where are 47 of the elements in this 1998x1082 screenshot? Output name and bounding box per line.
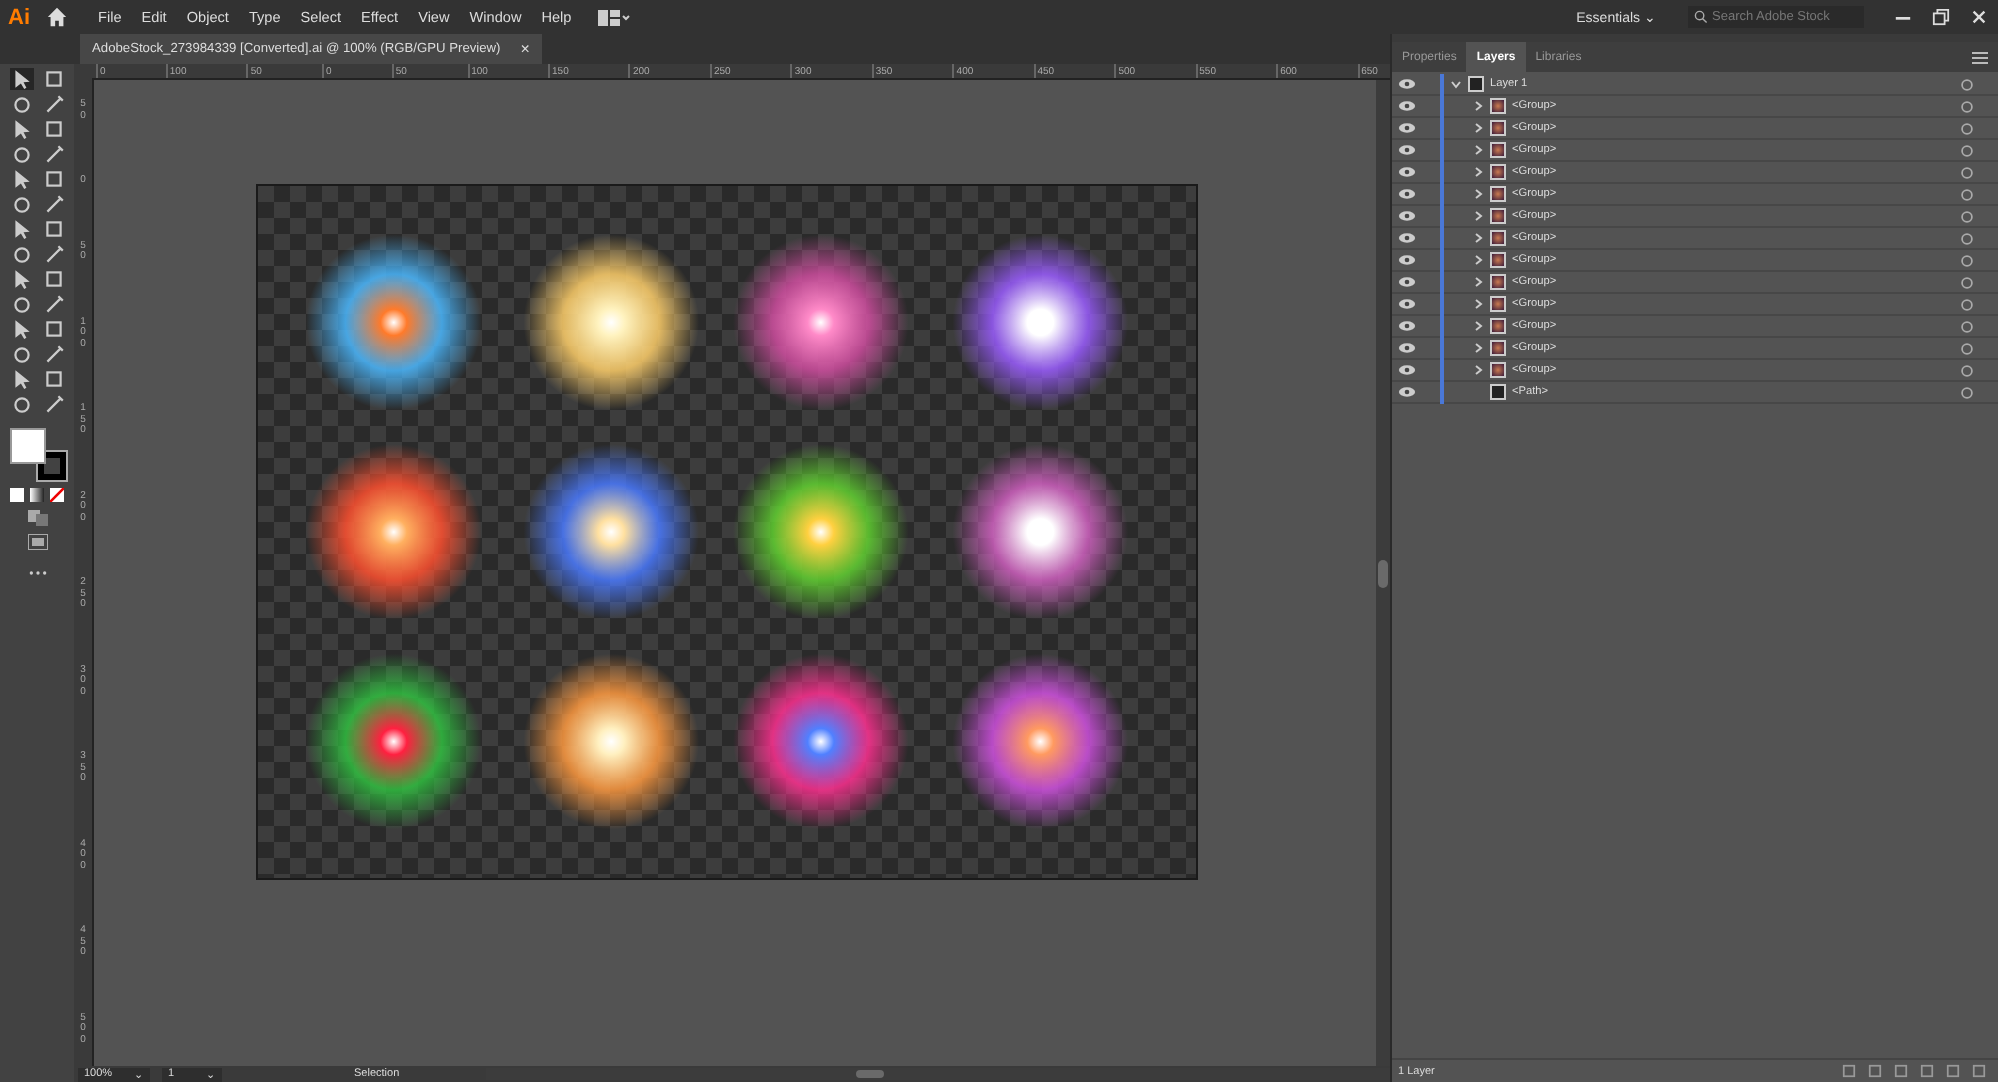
close-icon[interactable] (1970, 8, 1988, 26)
eye-icon[interactable] (1398, 188, 1416, 200)
eye-icon[interactable] (1398, 144, 1416, 156)
chevron-icon[interactable] (1472, 320, 1484, 332)
eye-icon[interactable] (1398, 386, 1416, 398)
chevron-icon[interactable] (1472, 276, 1484, 288)
eye-icon[interactable] (1398, 122, 1416, 134)
gradient-mode-icon[interactable] (30, 487, 44, 501)
panel-menu-icon[interactable] (1972, 51, 1988, 63)
chevron-icon[interactable] (1472, 166, 1484, 178)
selection-tool-icon[interactable] (9, 68, 33, 90)
chevron-icon[interactable] (1472, 188, 1484, 200)
chevron-icon[interactable] (1472, 342, 1484, 354)
chevron-icon[interactable] (1472, 122, 1484, 134)
chevron-icon[interactable] (1472, 364, 1484, 376)
chevron-icon[interactable] (1472, 100, 1484, 112)
eye-icon[interactable] (1398, 254, 1416, 266)
search-icon (1694, 10, 1708, 24)
eye-icon[interactable] (1398, 342, 1416, 354)
arrange-documents-icon[interactable] (597, 7, 630, 27)
app-logo: Ai (8, 5, 30, 29)
fill-stroke-swatch[interactable] (9, 427, 65, 479)
home-icon[interactable] (46, 6, 68, 28)
eye-icon[interactable] (1398, 78, 1416, 90)
chevron-icon[interactable] (1472, 144, 1484, 156)
eye-icon[interactable] (1398, 210, 1416, 222)
eye-icon[interactable] (1398, 276, 1416, 288)
more-tools-icon[interactable] (27, 569, 47, 575)
chevron-icon[interactable] (1472, 232, 1484, 244)
eye-icon[interactable] (1398, 298, 1416, 310)
vertical-scrollbar[interactable] (1376, 80, 1390, 1066)
screen-mode-icon[interactable] (27, 533, 47, 549)
none-mode-icon[interactable] (50, 487, 64, 501)
chevron-icon[interactable] (1450, 78, 1462, 90)
color-mode-icon[interactable] (10, 487, 24, 501)
eye-icon[interactable] (1398, 364, 1416, 376)
draw-mode-icon[interactable] (27, 509, 47, 525)
eye-icon[interactable] (1398, 320, 1416, 332)
chevron-icon[interactable] (1472, 210, 1484, 222)
restore-icon[interactable] (1932, 8, 1950, 26)
eye-icon[interactable] (1398, 232, 1416, 244)
tab-close-button[interactable]: × (520, 40, 530, 58)
eye-icon[interactable] (1398, 100, 1416, 112)
chevron-icon[interactable] (1472, 298, 1484, 310)
line-tool-icon[interactable] (41, 143, 65, 165)
eye-icon[interactable] (1398, 166, 1416, 178)
chevron-icon[interactable] (1472, 254, 1484, 266)
